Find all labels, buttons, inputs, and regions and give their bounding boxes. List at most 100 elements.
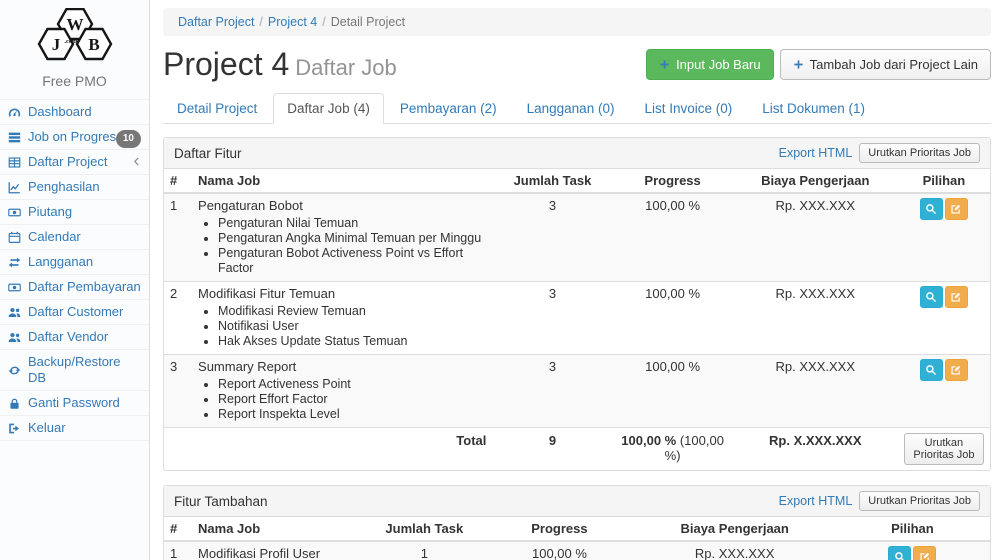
tasks-icon bbox=[8, 131, 22, 144]
calendar-icon bbox=[8, 231, 21, 244]
jwb-logo: W J B .com bbox=[0, 0, 149, 69]
tab-list-dokumen-1[interactable]: List Dokumen (1) bbox=[748, 93, 879, 124]
view-job-button[interactable] bbox=[920, 286, 943, 308]
panel-title: Fitur Tambahan bbox=[174, 494, 268, 509]
sidebar-item-label: Daftar Project bbox=[28, 154, 107, 170]
row-number: 2 bbox=[164, 282, 192, 355]
lock-icon bbox=[8, 397, 22, 410]
sidebar-item-daftar-project[interactable]: Daftar Project bbox=[0, 150, 149, 175]
sub-job-item: Hak Akses Update Status Temuan bbox=[218, 334, 486, 349]
edit-job-button[interactable] bbox=[945, 286, 968, 308]
total-row: Total9100,00 % (100,00 %)Rp. X.XXX.XXXUr… bbox=[164, 428, 990, 471]
panel-title: Daftar Fitur bbox=[174, 146, 242, 161]
export-html-link[interactable]: Export HTML bbox=[779, 146, 853, 160]
sub-job-item: Report Effort Factor bbox=[218, 392, 486, 407]
sub-job-item: Modifikasi Review Temuan bbox=[218, 304, 486, 319]
sidebar-item-daftar-customer[interactable]: Daftar Customer bbox=[0, 300, 149, 325]
tab-daftar-job-4[interactable]: Daftar Job (4) bbox=[273, 93, 384, 124]
column-header-progress: Progress bbox=[484, 517, 634, 541]
users-icon bbox=[8, 331, 21, 344]
view-job-button[interactable] bbox=[920, 359, 943, 381]
tambah-job-dari-project-lain-button[interactable]: Tambah Job dari Project Lain bbox=[780, 49, 991, 80]
jumlah-task-value: 3 bbox=[492, 193, 612, 282]
biaya-value: Rp. XXX.XXX bbox=[635, 541, 835, 560]
export-html-link[interactable]: Export HTML bbox=[779, 494, 853, 508]
column-header-pilihan: Pilihan bbox=[898, 169, 990, 193]
sidebar-item-langganan[interactable]: Langganan bbox=[0, 250, 149, 275]
brand-name: Free PMO bbox=[0, 69, 149, 99]
panels-container: Daftar Fitur Export HTML Urutkan Prioritas… bbox=[163, 137, 991, 560]
progress-value: 100,00 % bbox=[613, 282, 733, 355]
urutkan-prioritas-job-button[interactable]: Urutkan Prioritas Job bbox=[904, 433, 984, 465]
tab-list-invoice-0[interactable]: List Invoice (0) bbox=[630, 93, 746, 124]
sign-out-icon bbox=[8, 422, 21, 435]
edit-job-button[interactable] bbox=[945, 359, 968, 381]
row-actions bbox=[835, 541, 990, 560]
sidebar-item-dashboard[interactable]: Dashboard bbox=[0, 99, 149, 125]
breadcrumb-item-project-4[interactable]: Project 4 bbox=[268, 15, 317, 29]
sub-job-item: Pengaturan Angka Minimal Temuan per Ming… bbox=[218, 231, 486, 246]
job-name: Pengaturan Bobot bbox=[198, 198, 486, 214]
job-name: Modifikasi Profil User bbox=[198, 546, 358, 560]
breadcrumb-item-detail-project: Detail Project bbox=[331, 15, 405, 29]
view-job-button[interactable] bbox=[920, 198, 943, 220]
sidebar-item-label: Keluar bbox=[28, 420, 66, 436]
edit-icon bbox=[950, 291, 962, 303]
sidebar-item-calendar[interactable]: Calendar bbox=[0, 225, 149, 250]
total-biaya: Rp. X.XXX.XXX bbox=[733, 428, 898, 471]
jumlah-task-value: 1 bbox=[364, 541, 484, 560]
input-job-baru-button[interactable]: Input Job Baru bbox=[646, 49, 774, 80]
line-chart-icon bbox=[8, 181, 21, 194]
table-row: 3Summary ReportReport Activeness PointRe… bbox=[164, 355, 990, 428]
sidebar-item-keluar[interactable]: Keluar bbox=[0, 416, 149, 441]
sidebar-item-daftar-vendor[interactable]: Daftar Vendor bbox=[0, 325, 149, 350]
sub-job-item: Pengaturan Nilai Temuan bbox=[218, 216, 486, 231]
view-job-button[interactable] bbox=[888, 546, 911, 560]
chevron-left-icon bbox=[131, 155, 143, 167]
sidebar-item-piutang[interactable]: Piutang bbox=[0, 200, 149, 225]
column-header-no: # bbox=[164, 517, 192, 541]
page-title: Project 4 bbox=[163, 46, 289, 82]
row-number: 1 bbox=[164, 541, 192, 560]
edit-job-button[interactable] bbox=[945, 198, 968, 220]
money-icon bbox=[8, 281, 22, 294]
main-content: Daftar Project/Project 4/Detail Project … bbox=[150, 0, 1000, 560]
sidebar-item-ganti-password[interactable]: Ganti Password bbox=[0, 391, 149, 416]
sidebar-item-job-on-progress[interactable]: Job on Progress10 bbox=[0, 125, 149, 150]
chevron-left-icon bbox=[131, 156, 142, 167]
sub-job-item: Notifikasi User bbox=[218, 319, 486, 334]
logo-com: .com bbox=[64, 38, 78, 45]
urutkan-prioritas-job-button[interactable]: Urutkan Prioritas Job bbox=[859, 143, 980, 163]
job-table: #Nama JobJumlah TaskProgressBiaya Penger… bbox=[164, 169, 990, 470]
jumlah-task-value: 3 bbox=[492, 355, 612, 428]
column-header-no: # bbox=[164, 169, 192, 193]
breadcrumb: Daftar Project/Project 4/Detail Project bbox=[163, 8, 991, 36]
column-header-nama-job: Nama Job bbox=[192, 517, 364, 541]
search-icon bbox=[925, 203, 937, 215]
line-chart-icon bbox=[8, 181, 22, 194]
progress-value: 100,00 % bbox=[613, 193, 733, 282]
panel-header: Daftar Fitur Export HTML Urutkan Prioritas… bbox=[164, 138, 990, 169]
edit-job-button[interactable] bbox=[913, 546, 936, 560]
sidebar-item-label: Piutang bbox=[28, 204, 72, 220]
breadcrumb-item-daftar-project[interactable]: Daftar Project bbox=[178, 15, 254, 29]
refresh-icon bbox=[8, 364, 21, 377]
urutkan-prioritas-job-button[interactable]: Urutkan Prioritas Job bbox=[859, 491, 980, 511]
table-icon bbox=[8, 156, 21, 169]
jumlah-task-value: 3 bbox=[492, 282, 612, 355]
sidebar-item-daftar-pembayaran[interactable]: Daftar Pembayaran bbox=[0, 275, 149, 300]
edit-icon bbox=[919, 551, 931, 560]
sidebar-item-label: Ganti Password bbox=[28, 395, 120, 411]
total-progress: 100,00 % (100,00 %) bbox=[613, 428, 733, 471]
count-badge: 10 bbox=[116, 130, 141, 148]
tab-pembayaran-2[interactable]: Pembayaran (2) bbox=[386, 93, 511, 124]
sidebar-item-penghasilan[interactable]: Penghasilan bbox=[0, 175, 149, 200]
breadcrumb-separator: / bbox=[259, 15, 262, 29]
sub-job-item: Pengaturan Bobot Activeness Point vs Eff… bbox=[218, 246, 486, 276]
panel-tools: Export HTML Urutkan Prioritas Job bbox=[779, 143, 980, 163]
tab-langganan-0[interactable]: Langganan (0) bbox=[513, 93, 629, 124]
sidebar-item-label: Daftar Vendor bbox=[28, 329, 108, 345]
tab-detail-project[interactable]: Detail Project bbox=[163, 93, 271, 124]
sidebar-item-backup-restore-db[interactable]: Backup/Restore DB bbox=[0, 350, 149, 391]
users-icon bbox=[8, 306, 21, 319]
